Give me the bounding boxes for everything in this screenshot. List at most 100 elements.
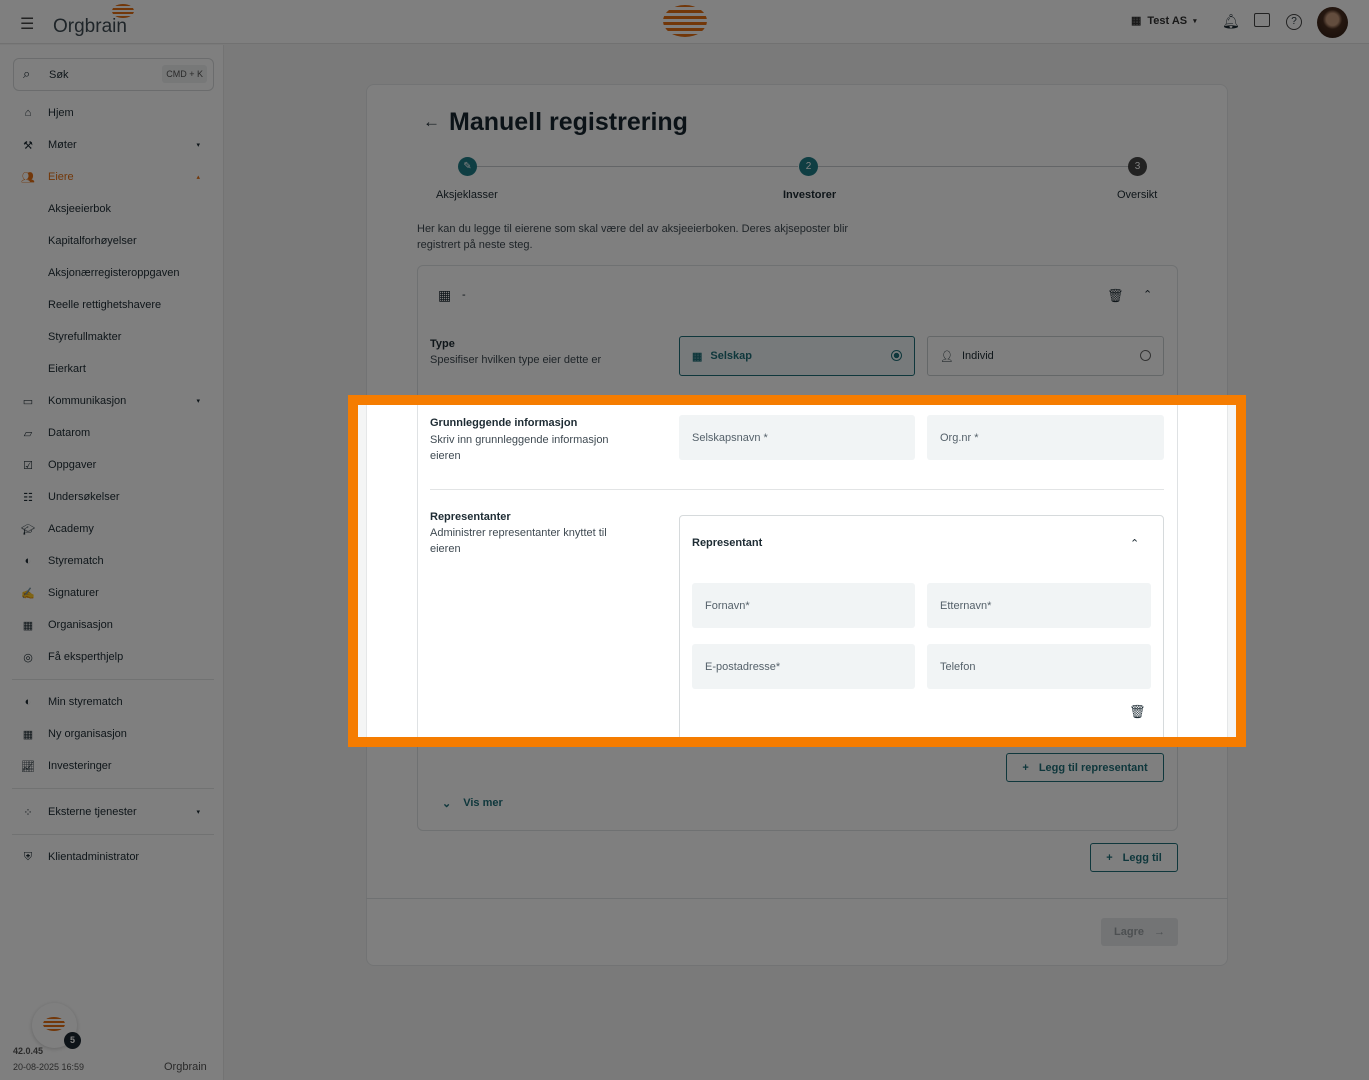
folder-icon: ▱ — [23, 427, 33, 440]
sidebar-item-label: Få eksperthjelp — [48, 651, 124, 663]
last-name-input[interactable]: Etternavn* — [927, 583, 1151, 628]
add-representative-button[interactable]: + Legg til representant — [1006, 753, 1164, 782]
chevron-icon: ▾ — [196, 142, 200, 149]
divider — [12, 834, 214, 835]
survey-icon: ☷ — [23, 491, 33, 504]
timestamp: 20-08-2025 16:59 — [13, 1062, 85, 1072]
divider — [430, 489, 1164, 490]
step-3-icon[interactable]: 3 — [1128, 157, 1147, 176]
people-icon: 👥︎ — [21, 171, 35, 184]
sidebar-item-kommunikasjon[interactable]: ▭ Kommunikasjon ▾ — [20, 389, 210, 413]
sidebar-item-label: Eierkart — [48, 363, 86, 375]
first-name-input[interactable]: Fornavn* — [692, 583, 915, 628]
sidebar-item-label: Kommunikasjon — [48, 395, 127, 407]
sidebar-item-kapitalforhøyelser[interactable]: Kapitalforhøyelser — [48, 229, 238, 253]
sidebar-item-min-styrematch[interactable]: ◐ Min styrematch — [20, 690, 210, 714]
sidebar-item-styrematch[interactable]: ◐ Styrematch — [20, 549, 210, 573]
sidebar-item-organisasjon[interactable]: ▦ Organisasjon — [20, 613, 210, 637]
sidebar-item-møter[interactable]: ⚒ Møter ▾ — [20, 133, 210, 157]
sidebar-item-label: Organisasjon — [48, 619, 113, 631]
trash-icon[interactable]: 🗑︎ — [1107, 288, 1124, 304]
sidebar-item-klientadministrator[interactable]: ⛨ Klientadministrator — [20, 845, 210, 869]
building-icon: ▦ — [1131, 15, 1142, 27]
sidebar-item-label: Møter — [48, 139, 77, 151]
step-label: Aksjeklasser — [436, 189, 498, 201]
chat-icon[interactable] — [1254, 13, 1270, 27]
sidebar-item-label: Klientadministrator — [48, 851, 140, 863]
top-bar: ☰ Orgbrain ▦ Test AS ▾ 🔔︎ ? — [0, 0, 1369, 44]
step-label: Oversikt — [1117, 189, 1158, 201]
description: Her kan du legge til eierene som skal væ… — [417, 223, 849, 251]
building-icon: ▦ — [22, 619, 34, 632]
sidebar-item-signaturer[interactable]: ✍ Signaturer — [20, 581, 210, 605]
version: 42.0.45 — [13, 1046, 44, 1056]
avatar[interactable] — [1317, 7, 1348, 38]
option-selskap[interactable]: ▦ Selskap — [679, 336, 915, 376]
sidebar-item-aksjeeierbok[interactable]: Aksjeeierbok — [48, 197, 238, 221]
match-icon: ◐ — [24, 555, 32, 567]
trash-icon[interactable]: 🗑︎ — [1129, 704, 1146, 720]
sidebar-item-label: Oppgaver — [48, 459, 97, 471]
sidebar-item-label: Eksterne tjenester — [48, 806, 137, 818]
brain-logo-icon — [663, 5, 707, 37]
sidebar-item-label: Investeringer — [48, 760, 112, 772]
stepper-line — [476, 166, 798, 167]
sidebar-item-ny-organisasjon[interactable]: ▦ Ny organisasjon — [20, 722, 210, 746]
phone-input[interactable]: Telefon — [927, 644, 1151, 689]
help-icon[interactable]: ? — [1286, 14, 1302, 30]
person-icon: 👤︎ — [940, 350, 954, 363]
sidebar-item-undersøkelser[interactable]: ☷ Undersøkelser — [20, 485, 210, 509]
bell-icon[interactable]: 🔔︎ — [1222, 13, 1240, 30]
reps-label: Representanter — [430, 511, 511, 523]
option-individ[interactable]: 👤︎ Individ — [927, 336, 1164, 376]
brain-icon — [43, 1017, 65, 1031]
sidebar-item-label: Signaturer — [48, 587, 99, 599]
sidebar-item-datarom[interactable]: ▱ Datarom — [20, 421, 210, 445]
sidebar-item-reelle-rettighetshavere[interactable]: Reelle rettighetshavere — [48, 293, 238, 317]
sidebar-item-aksjonærregisteroppgaven[interactable]: Aksjonærregisteroppgaven — [48, 261, 238, 285]
building-icon: ▦ — [438, 287, 452, 303]
divider — [366, 898, 1228, 899]
company-switcher[interactable]: ▦ Test AS ▾ — [1131, 14, 1197, 28]
sidebar-item-label: Undersøkelser — [48, 491, 120, 503]
sidebar-item-få-eksperthjelp[interactable]: ◎ Få eksperthjelp — [20, 645, 210, 669]
task-icon: ☑ — [23, 459, 33, 472]
chevron-down-icon: ▾ — [1193, 17, 1197, 25]
match-icon: ◐ — [24, 696, 32, 708]
search-input[interactable]: ⌕ Søk CMD + K — [13, 58, 214, 91]
sidebar-item-label: Kapitalforhøyelser — [48, 235, 137, 247]
shortcut-hint: CMD + K — [162, 65, 207, 83]
sidebar-item-label: Styrefullmakter — [48, 331, 122, 343]
back-arrow-icon[interactable]: ← — [423, 112, 440, 132]
step-2-icon[interactable]: 2 — [799, 157, 818, 176]
sidebar-item-eksterne-tjenester[interactable]: ⁘ Eksterne tjenester ▾ — [20, 800, 210, 824]
radio-checked[interactable] — [891, 350, 902, 361]
add-owner-button[interactable]: + Legg til — [1090, 843, 1178, 872]
chevron-up-icon[interactable]: ⌃ — [1143, 288, 1152, 301]
sidebar-item-label: Aksjonærregisteroppgaven — [48, 267, 180, 279]
menu-icon[interactable]: ☰ — [20, 14, 34, 34]
basic-info-desc: Skriv inn grunnleggende informasjon eier… — [430, 434, 609, 462]
owner-name: - — [462, 289, 466, 301]
sidebar-item-academy[interactable]: 🎓︎ Academy — [20, 517, 210, 541]
email-input[interactable]: E-postadresse* — [692, 644, 915, 689]
org-nr-input[interactable]: Org.nr * — [927, 415, 1164, 460]
chevron-up-icon[interactable]: ⌃ — [1130, 537, 1139, 550]
apps-icon: ⁘ — [23, 806, 33, 819]
radio-unchecked[interactable] — [1140, 350, 1151, 361]
sidebar-item-styrefullmakter[interactable]: Styrefullmakter — [48, 325, 238, 349]
signature-icon: ✍ — [21, 587, 35, 600]
step-1-icon[interactable]: ✎ — [458, 157, 477, 176]
sidebar-item-eiere[interactable]: 👥︎ Eiere ▴ — [20, 165, 210, 189]
sidebar-item-eierkart[interactable]: Eierkart — [48, 357, 238, 381]
divider — [12, 788, 214, 789]
logo[interactable]: Orgbrain — [53, 16, 127, 38]
company-name-input[interactable]: Selskapsnavn * — [679, 415, 915, 460]
sidebar-item-hjem[interactable]: ⌂ Hjem — [20, 101, 210, 125]
sidebar-item-investeringer[interactable]: 📈︎ Investeringer — [20, 754, 210, 778]
sidebar-item-oppgaver[interactable]: ☑ Oppgaver — [20, 453, 210, 477]
type-label: Type — [430, 338, 455, 350]
sidebar-item-label: Ny organisasjon — [48, 728, 127, 740]
show-more-link[interactable]: ⌄ Vis mer — [442, 797, 503, 810]
save-button[interactable]: Lagre → — [1101, 918, 1178, 946]
